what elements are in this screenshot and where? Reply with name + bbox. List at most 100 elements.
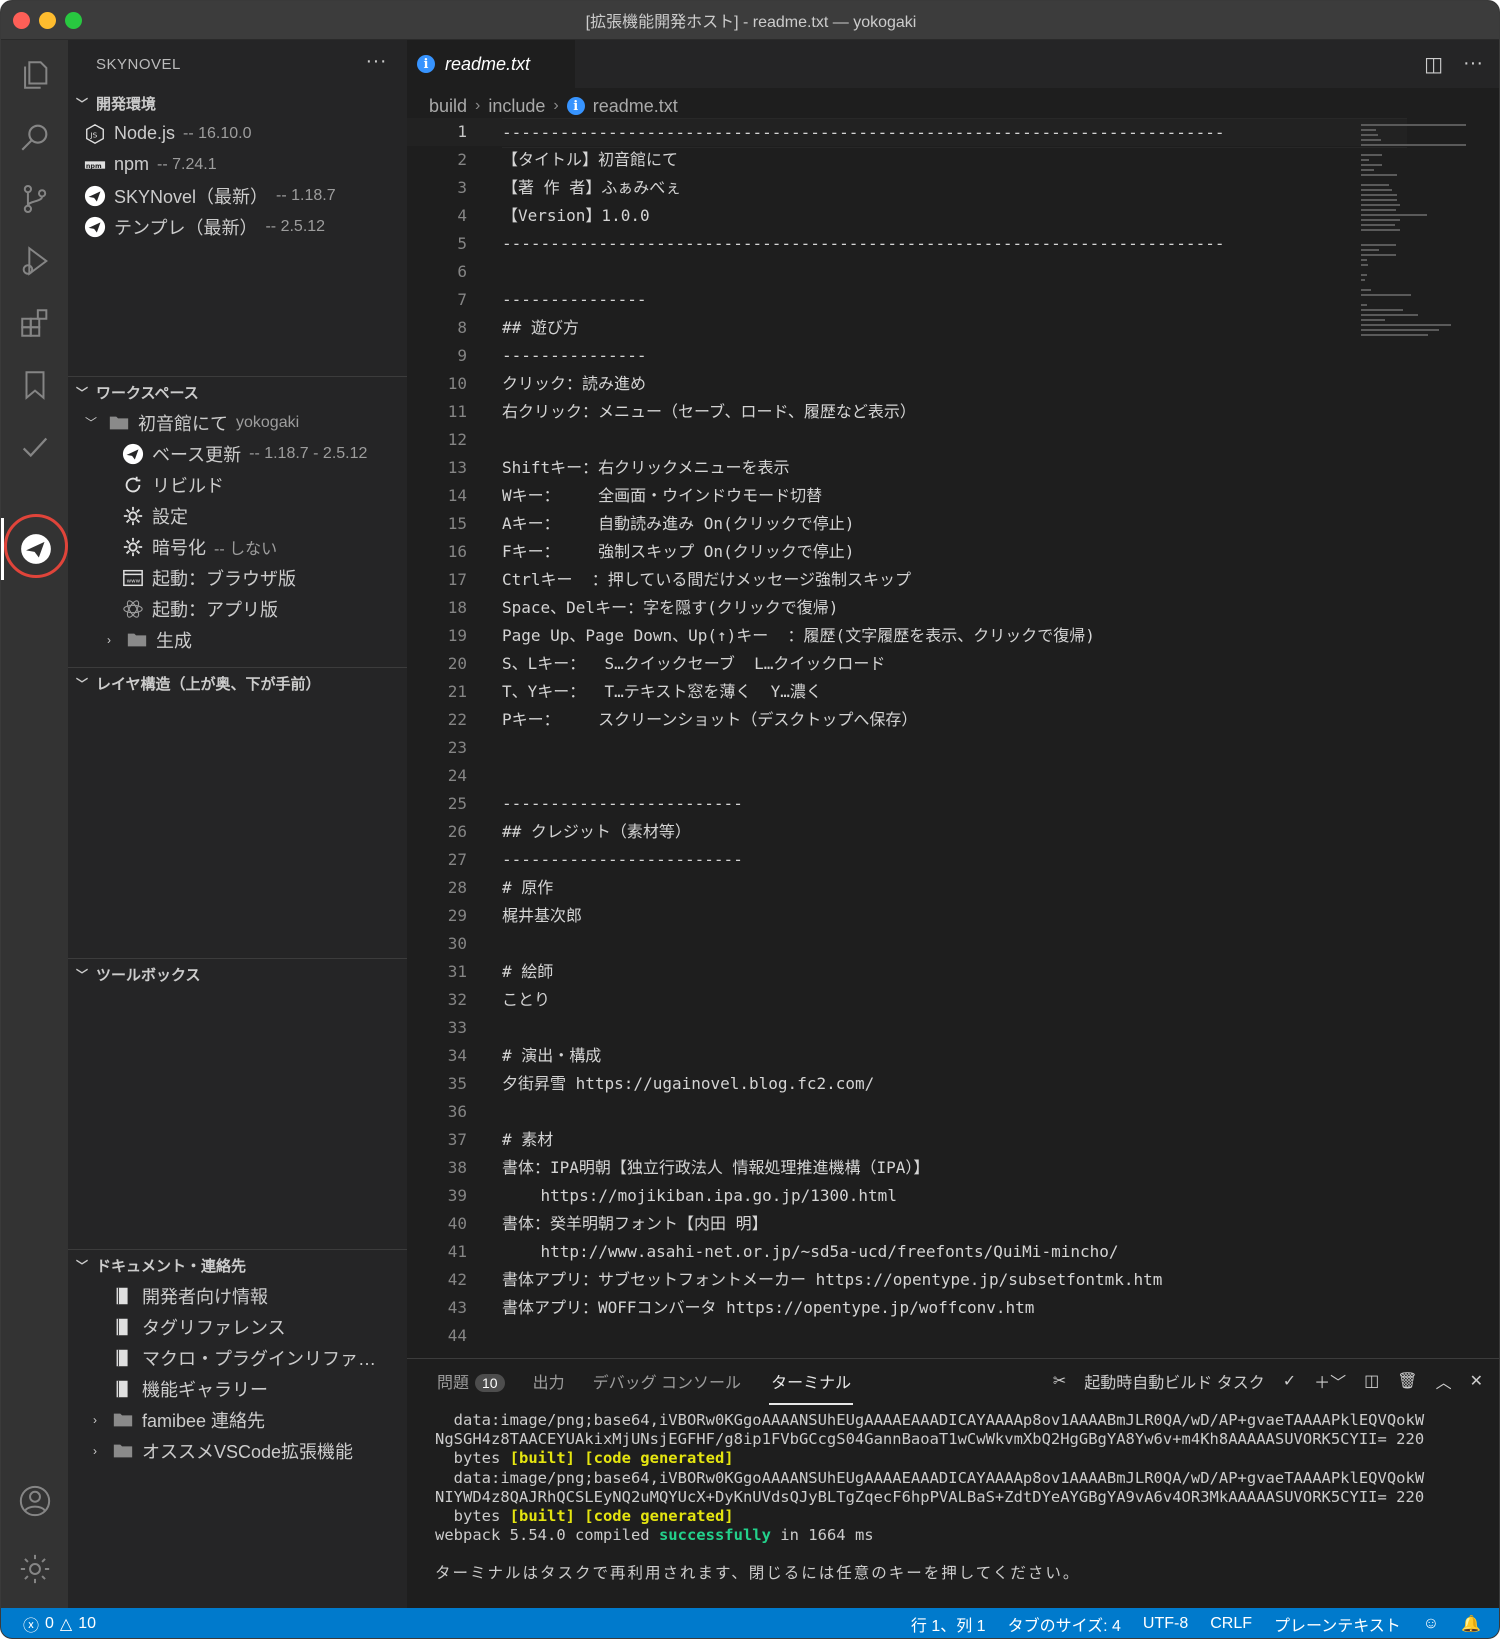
code-line[interactable]: 13 Shiftキー：右クリックメニューを表示 <box>407 454 1407 482</box>
code-line[interactable]: 12 <box>407 426 1407 454</box>
code-line[interactable]: 16 Fキー： 強制スキップ On(クリックで停止) <box>407 538 1407 566</box>
code-line[interactable]: 19 Page Up、Page Down、Up(↑)キー ：履歴(文字履歴を表示、… <box>407 622 1407 650</box>
code-line[interactable]: 29 梶井基次郎 <box>407 902 1407 930</box>
code-line[interactable]: 35 夕街昇雪 https://ugainovel.blog.fc2.com/ <box>407 1070 1407 1098</box>
cursor-position[interactable]: 行 1、列 1 <box>911 1612 986 1636</box>
code-line[interactable]: 36 <box>407 1098 1407 1126</box>
code-area[interactable]: 1 ---------------------------------------… <box>407 118 1407 1350</box>
code-line[interactable]: 33 <box>407 1014 1407 1042</box>
terminal-output[interactable]: data:image/png;base64,iVBORw0KGgoAAAANSU… <box>435 1411 1495 1584</box>
code-line[interactable]: 40 書体：癸羊明朝フォント【内田 明】 <box>407 1210 1407 1238</box>
code-line[interactable]: 30 <box>407 930 1407 958</box>
minimap[interactable] <box>1361 124 1481 604</box>
code-line[interactable]: 39 https://mojikiban.ipa.go.jp/1300.html <box>407 1182 1407 1210</box>
section-header-dev-env[interactable]: ﹀ 開発環境 <box>68 88 407 118</box>
checkmark-icon[interactable] <box>1 416 68 478</box>
tree-item-tag-reference[interactable]: タグリファレンス <box>68 1311 407 1342</box>
tree-item-base-update[interactable]: ベース更新 -- 1.18.7 - 2.5.12 <box>68 438 407 469</box>
code-line[interactable]: 21 T、Yキー： T…テキスト窓を薄く Y…濃く <box>407 678 1407 706</box>
breadcrumb-item[interactable]: readme.txt <box>593 96 678 117</box>
code-line[interactable]: 37 # 素材 <box>407 1126 1407 1154</box>
tree-item-npm[interactable]: npm npm -- 7.24.1 <box>68 149 407 180</box>
more-actions-icon[interactable]: ··· <box>366 50 387 73</box>
more-actions-icon[interactable]: ··· <box>1463 52 1483 77</box>
code-line[interactable]: 8 ## 遊び方 <box>407 314 1407 342</box>
source-control-icon[interactable] <box>1 168 68 230</box>
code-line[interactable]: 1 ---------------------------------------… <box>407 118 1407 148</box>
tab-terminal[interactable]: ターミナル <box>769 1357 854 1405</box>
tree-item-macro-reference[interactable]: マクロ・プラグインリファ… <box>68 1342 407 1373</box>
tab-problems[interactable]: 問題 10 <box>437 1369 505 1393</box>
code-line[interactable]: 3 【著 作 者】ふぁみべぇ <box>407 174 1407 202</box>
account-icon[interactable] <box>1 1470 68 1532</box>
tree-folder-generate[interactable]: › 生成 <box>68 624 407 655</box>
code-line[interactable]: 9 --------------- <box>407 342 1407 370</box>
code-line[interactable]: 17 Ctrlキー ：押している間だけメッセージ強制スキップ <box>407 566 1407 594</box>
check-icon[interactable]: ✓ <box>1283 1371 1296 1391</box>
tree-item-settings[interactable]: 設定 <box>68 500 407 531</box>
section-header-docs[interactable]: ﹀ ドキュメント・連絡先 <box>68 1250 407 1280</box>
notifications-bell-icon[interactable]: 🔔 <box>1461 1614 1481 1634</box>
tab-size[interactable]: タブのサイズ: 4 <box>1008 1612 1121 1636</box>
code-line[interactable]: 38 書体：IPA明朝【独立行政法人 情報処理推進機構（IPA）】 <box>407 1154 1407 1182</box>
breadcrumb-item[interactable]: build <box>429 96 467 117</box>
tree-item-nodejs[interactable]: JS Node.js -- 16.10.0 <box>68 118 407 149</box>
extensions-icon[interactable] <box>1 292 68 354</box>
tree-item-rebuild[interactable]: リビルド <box>68 469 407 500</box>
line-ending[interactable]: CRLF <box>1210 1615 1252 1633</box>
section-header-toolbox[interactable]: ﹀ ツールボックス <box>68 959 407 989</box>
code-line[interactable]: 23 <box>407 734 1407 762</box>
code-line[interactable]: 28 # 原作 <box>407 874 1407 902</box>
code-line[interactable]: 11 右クリック：メニュー（セーブ、ロード、履歴など表示） <box>407 398 1407 426</box>
code-line[interactable]: 24 <box>407 762 1407 790</box>
bookmark-icon[interactable] <box>1 354 68 416</box>
encoding[interactable]: UTF-8 <box>1143 1615 1188 1633</box>
run-debug-icon[interactable] <box>1 230 68 292</box>
code-line[interactable]: 14 Wキー： 全画面・ウインドウモード切替 <box>407 482 1407 510</box>
explorer-icon[interactable] <box>1 44 68 106</box>
tree-item-encryption[interactable]: 暗号化 -- しない <box>68 531 407 562</box>
problems-status[interactable]: ⓧ 0 △ 10 <box>23 1612 96 1636</box>
tree-folder-famibee[interactable]: › famibee 連絡先 <box>68 1404 407 1435</box>
tree-item-launch-browser[interactable]: www 起動：ブラウザ版 <box>68 562 407 593</box>
split-editor-icon[interactable]: ◫ <box>1424 52 1443 77</box>
code-line[interactable]: 32 ことり <box>407 986 1407 1014</box>
close-window-button[interactable] <box>13 12 30 29</box>
tab-output[interactable]: 出力 <box>533 1369 565 1393</box>
code-line[interactable]: 15 Aキー： 自動読み進み On(クリックで停止) <box>407 510 1407 538</box>
trash-icon[interactable]: 🗑 <box>1397 1371 1417 1391</box>
code-line[interactable]: 18 Space、Delキー：字を隠す(クリックで復帰) <box>407 594 1407 622</box>
section-header-workspace[interactable]: ﹀ ワークスペース <box>68 377 407 407</box>
settings-gear-icon[interactable] <box>1 1538 68 1600</box>
code-line[interactable]: 20 S、Lキー： S…クイックセーブ L…クイックロード <box>407 650 1407 678</box>
tree-item-template[interactable]: テンプレ（最新） -- 2.5.12 <box>68 211 407 242</box>
language-mode[interactable]: プレーンテキスト <box>1274 1612 1401 1636</box>
split-terminal-icon[interactable]: ◫ <box>1364 1371 1379 1391</box>
code-line[interactable]: 44 <box>407 1322 1407 1350</box>
code-line[interactable]: 6 <box>407 258 1407 286</box>
code-line[interactable]: 10 クリック：読み進め <box>407 370 1407 398</box>
search-icon[interactable] <box>1 106 68 168</box>
code-line[interactable]: 5 ---------------------------------------… <box>407 230 1407 258</box>
tab-readme[interactable]: i readme.txt <box>407 40 575 88</box>
maximize-panel-icon[interactable]: ︿ <box>1436 1369 1452 1393</box>
feedback-icon[interactable]: ☺ <box>1423 1615 1439 1633</box>
code-line[interactable]: 31 # 絵師 <box>407 958 1407 986</box>
tab-debug-console[interactable]: デバッグ コンソール <box>593 1369 741 1393</box>
tree-item-launch-app[interactable]: 起動：アプリ版 <box>68 593 407 624</box>
tree-item-gallery[interactable]: 機能ギャラリー <box>68 1373 407 1404</box>
code-line[interactable]: 22 Pキー： スクリーンショット（デスクトップへ保存） <box>407 706 1407 734</box>
tree-folder-recommended[interactable]: › オススメVSCode拡張機能 <box>68 1435 407 1466</box>
tree-folder-workspace[interactable]: ﹀ 初音館にて yokogaki <box>68 407 407 438</box>
close-panel-icon[interactable]: ✕ <box>1470 1371 1483 1391</box>
code-line[interactable]: 43 書体アプリ：WOFFコンバータ https://opentype.jp/wo… <box>407 1294 1407 1322</box>
code-line[interactable]: 25 ------------------------- <box>407 790 1407 818</box>
tree-item-skynovel[interactable]: SKYNovel（最新） -- 1.18.7 <box>68 180 407 211</box>
code-line[interactable]: 4 【Version】1.0.0 <box>407 202 1407 230</box>
terminal-task-selector[interactable]: 起動時自動ビルド タスク <box>1084 1369 1264 1393</box>
code-line[interactable]: 27 ------------------------- <box>407 846 1407 874</box>
minimize-window-button[interactable] <box>39 12 56 29</box>
code-line[interactable]: 34 # 演出・構成 <box>407 1042 1407 1070</box>
section-header-layers[interactable]: ﹀ レイヤ構造（上が奥、下が手前） <box>68 668 407 698</box>
add-terminal-icon[interactable]: ＋﹀ <box>1314 1369 1346 1393</box>
